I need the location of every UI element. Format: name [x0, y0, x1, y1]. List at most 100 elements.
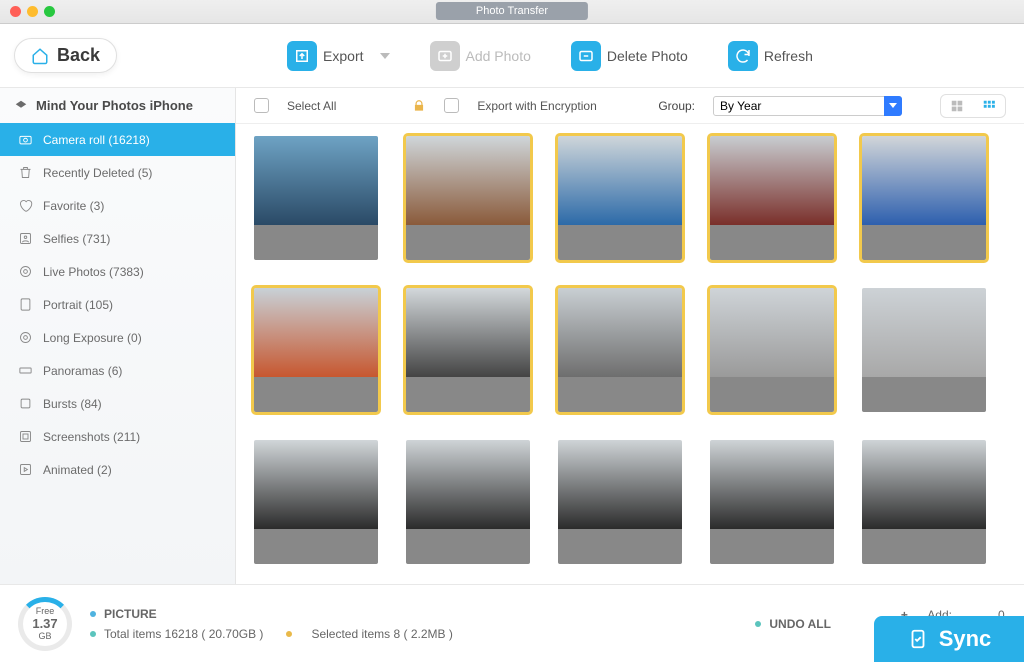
total-items: Total items 16218 ( 20.70GB ) [104, 627, 263, 641]
lock-icon [412, 99, 426, 113]
group-select-input[interactable] [713, 96, 902, 116]
sidebar: Mind Your Photos iPhone Camera roll (162… [0, 88, 236, 584]
tool-group: Export Add Photo Delete Photo Refresh [287, 41, 813, 71]
sidebar-item-label: Screenshots (211) [43, 430, 140, 444]
sidebar-item-live[interactable]: Live Photos (7383) [0, 255, 235, 288]
long-icon [18, 330, 33, 345]
sync-icon [907, 628, 929, 650]
sidebar-item-label: Long Exposure (0) [43, 331, 142, 345]
heart-icon [18, 198, 33, 213]
photo-grid [236, 124, 1024, 584]
free-unit: GB [38, 631, 51, 641]
sidebar-item-camera[interactable]: Camera roll (16218) [0, 123, 235, 156]
picture-label: PICTURE [104, 607, 157, 621]
sidebar-item-screenshot[interactable]: Screenshots (211) [0, 420, 235, 453]
photo-thumbnail[interactable] [862, 288, 986, 412]
sidebar-item-label: Favorite (3) [43, 199, 104, 213]
footer: Free 1.37 GB PICTURE Total items 16218 (… [0, 584, 1024, 662]
minimize-icon[interactable] [27, 6, 38, 17]
view-large-button[interactable] [941, 95, 973, 117]
export-button[interactable]: Export [287, 41, 389, 71]
add-photo-label: Add Photo [466, 48, 531, 64]
photo-thumbnail[interactable] [406, 136, 530, 260]
photo-thumbnail[interactable] [558, 136, 682, 260]
footer-stats: PICTURE Total items 16218 ( 20.70GB ) Se… [90, 607, 453, 641]
animated-icon [18, 462, 33, 477]
photo-thumbnail[interactable] [254, 288, 378, 412]
sidebar-item-portrait[interactable]: Portrait (105) [0, 288, 235, 321]
photo-thumbnail[interactable] [254, 136, 378, 260]
device-icon [14, 99, 28, 113]
photo-thumbnail[interactable] [710, 136, 834, 260]
view-small-button[interactable] [973, 95, 1005, 117]
close-icon[interactable] [10, 6, 21, 17]
burst-icon [18, 396, 33, 411]
home-icon [31, 47, 49, 65]
delete-photo-label: Delete Photo [607, 48, 688, 64]
photo-thumbnail[interactable] [406, 440, 530, 564]
view-toggle [940, 94, 1006, 118]
select-all-checkbox[interactable] [254, 98, 269, 113]
back-label: Back [57, 45, 100, 66]
encryption-label: Export with Encryption [477, 99, 596, 113]
sidebar-list: Camera roll (16218) Recently Deleted (5) F… [0, 123, 235, 584]
free-label: Free [36, 606, 55, 616]
group-label: Group: [658, 99, 695, 113]
option-bar: Select All Export with Encryption Group: [236, 88, 1024, 124]
trash-icon [18, 165, 33, 180]
photo-thumbnail[interactable] [558, 440, 682, 564]
undo-all-button[interactable]: UNDO ALL [769, 617, 831, 631]
encryption-checkbox[interactable] [444, 98, 459, 113]
photo-thumbnail[interactable] [862, 136, 986, 260]
photo-thumbnail[interactable] [254, 440, 378, 564]
sidebar-item-label: Panoramas (6) [43, 364, 122, 378]
group-select[interactable] [713, 96, 902, 116]
chevron-down-icon [380, 53, 390, 59]
sidebar-item-label: Recently Deleted (5) [43, 166, 152, 180]
sidebar-item-label: Selfies (731) [43, 232, 110, 246]
refresh-button[interactable]: Refresh [728, 41, 813, 71]
sidebar-item-pano[interactable]: Panoramas (6) [0, 354, 235, 387]
sidebar-item-label: Animated (2) [43, 463, 112, 477]
toolbar: Back Export Add Photo Delete Photo Refre… [0, 24, 1024, 88]
sidebar-item-heart[interactable]: Favorite (3) [0, 189, 235, 222]
sidebar-item-trash[interactable]: Recently Deleted (5) [0, 156, 235, 189]
screenshot-icon [18, 429, 33, 444]
selfie-icon [18, 231, 33, 246]
photo-thumbnail[interactable] [710, 288, 834, 412]
portrait-icon [18, 297, 33, 312]
export-icon [287, 41, 317, 71]
add-photo-button[interactable]: Add Photo [430, 41, 531, 71]
photo-thumbnail[interactable] [862, 440, 986, 564]
camera-icon [18, 132, 33, 147]
maximize-icon[interactable] [44, 6, 55, 17]
main-panel: Select All Export with Encryption Group: [236, 88, 1024, 584]
sidebar-item-burst[interactable]: Bursts (84) [0, 387, 235, 420]
titlebar: Photo Transfer [0, 0, 1024, 24]
sidebar-header-label: Mind Your Photos iPhone [36, 98, 193, 113]
sync-label: Sync [939, 626, 992, 652]
delete-photo-icon [571, 41, 601, 71]
sidebar-item-label: Camera roll (16218) [43, 133, 150, 147]
sidebar-item-long[interactable]: Long Exposure (0) [0, 321, 235, 354]
window-controls [0, 6, 55, 17]
photo-thumbnail[interactable] [406, 288, 530, 412]
sidebar-header: Mind Your Photos iPhone [0, 88, 235, 123]
delete-photo-button[interactable]: Delete Photo [571, 41, 688, 71]
refresh-label: Refresh [764, 48, 813, 64]
sidebar-item-animated[interactable]: Animated (2) [0, 453, 235, 486]
free-value: 1.37 [32, 616, 57, 631]
photo-thumbnail[interactable] [558, 288, 682, 412]
sidebar-item-selfie[interactable]: Selfies (731) [0, 222, 235, 255]
sidebar-item-label: Bursts (84) [43, 397, 102, 411]
back-button[interactable]: Back [14, 38, 117, 73]
free-space-ring: Free 1.37 GB [18, 597, 72, 651]
add-photo-icon [430, 41, 460, 71]
export-label: Export [323, 48, 363, 64]
pano-icon [18, 363, 33, 378]
window-title: Photo Transfer [436, 2, 588, 20]
refresh-icon [728, 41, 758, 71]
sidebar-item-label: Live Photos (7383) [43, 265, 144, 279]
sync-button[interactable]: Sync [874, 616, 1024, 662]
photo-thumbnail[interactable] [710, 440, 834, 564]
